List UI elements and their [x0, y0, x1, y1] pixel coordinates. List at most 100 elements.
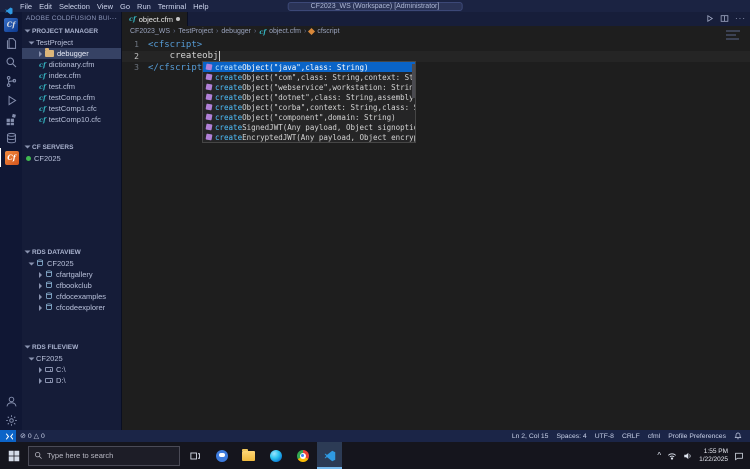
suggestion-item[interactable]: createObject("component",domain: String): [203, 112, 415, 122]
tree-item-file[interactable]: cf test.cfm: [22, 81, 121, 92]
explorer-icon[interactable]: [0, 34, 22, 53]
menu-run[interactable]: Run: [137, 2, 151, 11]
method-icon: [205, 63, 213, 71]
database-icon: [45, 269, 53, 280]
tree-item-rds-root[interactable]: CF2025: [22, 258, 121, 269]
tree-item-file[interactable]: cf dictionary.cfm: [22, 59, 121, 70]
tab-bar: cf object.cfm ···: [122, 12, 750, 26]
sidebar-title: ADOBE COLDFUSION BUIL...: [26, 15, 109, 22]
menu-help[interactable]: Help: [193, 2, 208, 11]
window-title[interactable]: CF2023_WS (Workspace) [Administrator]: [287, 1, 463, 11]
edge-icon[interactable]: [263, 442, 288, 469]
rds-database-icon[interactable]: [0, 129, 22, 148]
suggestion-item[interactable]: createObject("com",class: String,context…: [203, 72, 415, 82]
tree-item-datasource[interactable]: cfbookclub: [22, 280, 121, 291]
tree-item-rds-file-root[interactable]: CF2025: [22, 353, 121, 364]
menu-edit[interactable]: Edit: [39, 2, 52, 11]
chevron-right-icon: [39, 366, 42, 373]
tab-object-cfm[interactable]: cf object.cfm: [122, 12, 188, 26]
method-icon: [205, 73, 213, 81]
eol-selector[interactable]: CRLF: [618, 433, 644, 440]
account-icon[interactable]: [0, 392, 22, 411]
tree-item-file[interactable]: cf testComp.cfm: [22, 92, 121, 103]
encoding[interactable]: UTF-8: [591, 433, 618, 440]
scrollbar[interactable]: [412, 64, 415, 98]
method-icon: [205, 133, 213, 141]
tray-chevron-icon[interactable]: ^: [657, 451, 661, 460]
chrome-icon[interactable]: [290, 442, 315, 469]
vscode-icon[interactable]: [317, 442, 342, 469]
tree-item-debugger[interactable]: debugger: [22, 48, 121, 59]
indentation[interactable]: Spaces: 4: [552, 433, 590, 440]
chevron-down-icon: [24, 250, 31, 254]
run-file-icon[interactable]: [705, 10, 714, 28]
run-debug-icon[interactable]: [0, 91, 22, 110]
modified-dot[interactable]: [175, 17, 180, 21]
split-editor-icon[interactable]: [720, 10, 729, 28]
tree-item-drive[interactable]: C:\: [22, 364, 121, 375]
bell-icon[interactable]: [730, 432, 746, 440]
suggestion-item[interactable]: createObject("webservice",workstation: S…: [203, 82, 415, 92]
cf-file-icon: cf: [39, 82, 46, 91]
database-icon: [45, 302, 53, 313]
menu-file[interactable]: File: [20, 2, 32, 11]
tree-item-server[interactable]: CF2025: [22, 153, 121, 164]
taskbar-clock[interactable]: 1:55 PM 1/22/2025: [699, 448, 728, 463]
task-view-icon[interactable]: [182, 442, 207, 469]
more-actions-icon[interactable]: ···: [109, 14, 117, 23]
tree-item-testproject[interactable]: TestProject: [22, 37, 121, 48]
chat-icon[interactable]: [209, 442, 234, 469]
chevron-down-icon: [28, 357, 35, 360]
section-cf-servers[interactable]: CF SERVERS: [22, 141, 121, 153]
menu-go[interactable]: Go: [120, 2, 130, 11]
tree-item-file[interactable]: cf testComp10.cfc: [22, 114, 121, 125]
coldfusion-icon[interactable]: Cf: [0, 148, 22, 167]
menu-terminal[interactable]: Terminal: [158, 2, 186, 11]
search-icon[interactable]: [0, 53, 22, 72]
profile-preferences[interactable]: Profile Preferences: [664, 433, 730, 440]
search-placeholder: Type here to search: [47, 451, 114, 460]
network-icon[interactable]: [667, 451, 677, 461]
taskbar-search[interactable]: Type here to search: [28, 445, 180, 466]
suggestion-item-selected[interactable]: createObject("java",class: String): [203, 62, 415, 72]
section-rds-dataview[interactable]: RDS DATAVIEW: [22, 246, 121, 258]
more-actions-icon[interactable]: ···: [735, 15, 746, 23]
method-icon: [205, 93, 213, 101]
source-control-icon[interactable]: [0, 72, 22, 91]
method-icon: [205, 123, 213, 131]
menu-view[interactable]: View: [97, 2, 113, 11]
suggestion-item[interactable]: createObject("corba",context: String,cla…: [203, 102, 415, 112]
tree-item-drive[interactable]: D:\: [22, 375, 121, 386]
settings-gear-icon[interactable]: [0, 411, 22, 430]
section-rds-fileview[interactable]: RDS FILEVIEW: [22, 341, 121, 353]
menu-selection[interactable]: Selection: [59, 2, 90, 11]
suggestion-item[interactable]: createSignedJWT(Any payload, Object sign…: [203, 122, 415, 132]
activity-bar: Cf Cf: [0, 12, 22, 430]
database-icon: [45, 280, 53, 291]
tree-item-datasource[interactable]: cfdocexamples: [22, 291, 121, 302]
remote-indicator[interactable]: [0, 430, 16, 442]
minimap[interactable]: [726, 30, 748, 42]
clock-time: 1:55 PM: [703, 448, 728, 455]
sidebar: ADOBE COLDFUSION BUIL... ··· PROJECT MAN…: [22, 12, 122, 430]
breadcrumb[interactable]: CF2023_WS › TestProject › debugger › cf …: [122, 26, 750, 37]
extensions-icon[interactable]: [0, 110, 22, 129]
file-explorer-icon[interactable]: [236, 442, 261, 469]
suggestion-item[interactable]: createObject("dotnet",class: String,asse…: [203, 92, 415, 102]
suggestion-item[interactable]: createEncryptedJWT(Any payload, Object e…: [203, 132, 415, 142]
problems-indicator[interactable]: ⊘ 0 △ 0: [16, 432, 49, 441]
method-icon: [205, 103, 213, 111]
notification-center-icon[interactable]: [734, 451, 744, 461]
tree-item-file[interactable]: cf index.cfm: [22, 70, 121, 81]
tree-item-file[interactable]: cf testComp1.cfc: [22, 103, 121, 114]
language-mode[interactable]: cfml: [644, 433, 664, 440]
section-project-manager[interactable]: PROJECT MANAGER: [22, 25, 121, 37]
chevron-right-icon: ›: [253, 28, 257, 35]
tree-item-datasource[interactable]: cfartgallery: [22, 269, 121, 280]
method-icon: [205, 83, 213, 91]
tree-item-datasource[interactable]: cfcodeexplorer: [22, 302, 121, 313]
chevron-down-icon: [28, 41, 35, 44]
cursor-position[interactable]: Ln 2, Col 15: [508, 433, 553, 440]
volume-icon[interactable]: [683, 451, 693, 461]
start-button[interactable]: [0, 442, 28, 469]
